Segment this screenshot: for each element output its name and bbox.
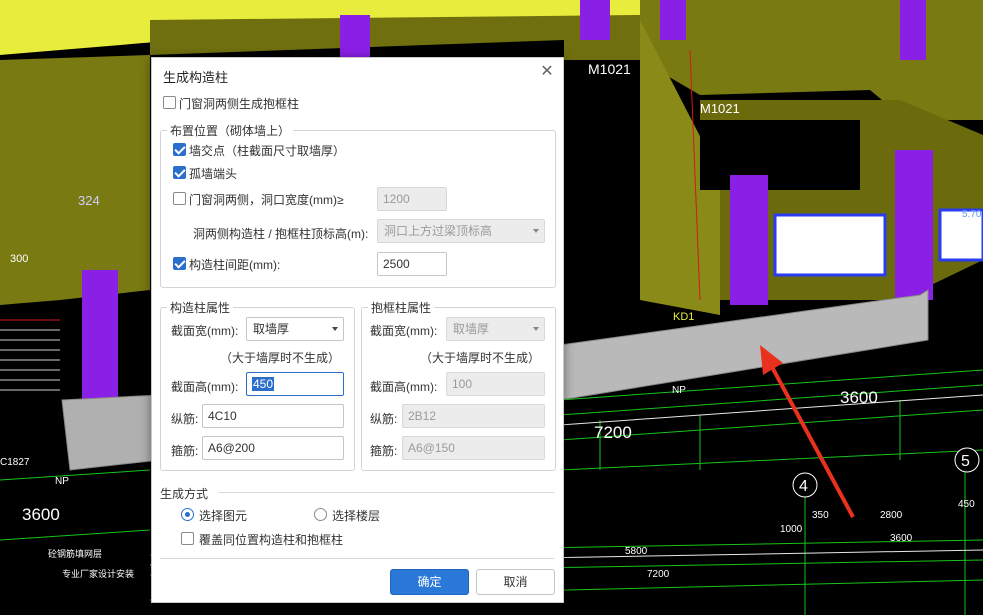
select-element-label: 选择图元 — [199, 509, 248, 523]
label-450: 450 — [958, 499, 975, 510]
label-m1021-b: M1021 — [700, 101, 740, 116]
overwrite-label: 覆盖同位置构造柱和抱框柱 — [199, 533, 344, 547]
column-height-value: 450 — [252, 377, 275, 391]
spacing-input[interactable]: 2500 — [377, 252, 447, 276]
label-m1021-a: M1021 — [588, 61, 631, 77]
isolated-wall-end-checkbox[interactable] — [173, 166, 186, 179]
column-long-bar-label: 纵筋: — [171, 412, 199, 426]
column-long-bar-input[interactable]: 4C10 — [202, 404, 344, 428]
select-floor-radio[interactable] — [314, 508, 327, 521]
opening-width-input[interactable]: 1200 — [377, 187, 447, 211]
generate-mode-divider — [218, 492, 554, 493]
frame-width-label: 截面宽(mm): — [370, 324, 438, 338]
column-purple-7 — [900, 0, 926, 60]
close-icon[interactable]: ✕ — [539, 64, 555, 80]
column-stirrup-input[interactable]: A6@200 — [202, 436, 344, 460]
label-drawing-sub: 专业厂家设计安装 — [62, 568, 134, 579]
frame-width-note: （大于墙厚时不生成） — [420, 351, 541, 365]
label-300: 300 — [10, 253, 28, 265]
frame-long-bar-input[interactable]: 2B12 — [402, 404, 545, 428]
column-width-note: （大于墙厚时不生成） — [220, 351, 341, 365]
top-elevation-value: 洞口上方过梁顶标高 — [384, 224, 493, 238]
spacing-label: 构造柱间距(mm): — [189, 258, 281, 272]
column-purple-1 — [82, 270, 118, 410]
dialog-title: 生成构造柱 — [163, 70, 229, 85]
column-purple-5 — [580, 0, 610, 40]
column-purple-6 — [660, 0, 686, 40]
new-column-wall-left — [61, 394, 161, 471]
footer-divider — [160, 558, 554, 559]
select-floor-label: 选择楼层 — [332, 509, 381, 523]
label-c1827: C1827 — [0, 457, 30, 468]
top-elevation-select[interactable]: 洞口上方过梁顶标高 — [377, 219, 545, 243]
ok-button[interactable]: 确定 — [390, 569, 469, 595]
frame-long-bar-label: 纵筋: — [370, 412, 398, 426]
wall-left — [0, 55, 150, 305]
label-axis-5: 5 — [961, 453, 970, 470]
cancel-button[interactable]: 取消 — [476, 569, 555, 595]
column-purple-4 — [340, 15, 370, 60]
wall-intersection-label: 墙交点（柱截面尺寸取墙厚） — [189, 144, 346, 158]
label-np-a: NP — [672, 385, 686, 396]
label-axis-4: 4 — [799, 478, 808, 495]
opening-frame-column-label: 门窗洞两侧生成抱框柱 — [179, 97, 300, 111]
generate-column-dialog: 生成构造柱 ✕ 门窗洞两侧生成抱框柱 布置位置（砌体墙上） 墙交点（柱截面尺寸取… — [151, 57, 564, 603]
label-3600-bottom: 3600 — [890, 533, 913, 544]
label-3600-left: 3600 — [22, 505, 60, 524]
label-2800: 2800 — [880, 510, 903, 521]
column-purple-2 — [730, 175, 768, 305]
frame-stirrup-input[interactable]: A6@150 — [402, 436, 545, 460]
placement-legend: 布置位置（砌体墙上） — [167, 122, 294, 139]
label-kd1: KD1 — [673, 311, 694, 323]
frame-width-value: 取墙厚 — [453, 322, 490, 336]
label-drawing-title: 砼钢筋填网层 — [48, 548, 102, 559]
column-width-select[interactable]: 取墙厚 — [246, 317, 344, 341]
overwrite-checkbox[interactable] — [181, 532, 194, 545]
column-purple-3 — [895, 150, 933, 300]
chevron-down-icon — [533, 229, 539, 233]
frame-stirrup-label: 箍筋: — [370, 444, 398, 458]
label-324: 324 — [78, 193, 100, 208]
column-stirrup-label: 箍筋: — [171, 444, 199, 458]
label-7200-right: 7200 — [594, 423, 632, 442]
column-height-label: 截面高(mm): — [171, 380, 239, 394]
label-np-b: NP — [55, 476, 69, 487]
label-5-70: 5.70 — [962, 209, 982, 220]
window-right — [773, 213, 887, 277]
frame-height-label: 截面高(mm): — [370, 380, 438, 394]
spacing-checkbox[interactable] — [173, 257, 186, 270]
label-3600-right: 3600 — [840, 388, 878, 407]
opening-frame-column-checkbox[interactable] — [163, 96, 176, 109]
column-width-label: 截面宽(mm): — [171, 324, 239, 338]
column-props-legend: 构造柱属性 — [167, 299, 234, 316]
frame-props-legend: 抱框柱属性 — [368, 299, 435, 316]
wall-intersection-checkbox[interactable] — [173, 143, 186, 156]
label-1000: 1000 — [780, 524, 803, 535]
chevron-down-icon — [533, 327, 539, 331]
opening-sides-label: 门窗洞两侧，洞口宽度(mm)≥ — [189, 193, 344, 207]
select-element-radio[interactable] — [181, 508, 194, 521]
frame-height-input[interactable]: 100 — [446, 372, 545, 396]
frame-width-select[interactable]: 取墙厚 — [446, 317, 545, 341]
label-350: 350 — [812, 510, 829, 521]
chevron-down-icon — [332, 327, 338, 331]
column-height-input[interactable]: 450 — [246, 372, 344, 396]
generate-mode-legend: 生成方式 — [160, 487, 209, 501]
opening-sides-checkbox[interactable] — [173, 192, 186, 205]
isolated-wall-end-label: 孤墙端头 — [189, 167, 238, 181]
top-elevation-label: 洞两侧构造柱 / 抱框柱顶标高(m): — [193, 227, 369, 241]
label-5800: 5800 — [625, 546, 648, 557]
label-7200-bottom: 7200 — [647, 569, 670, 580]
column-width-value: 取墙厚 — [253, 322, 290, 336]
